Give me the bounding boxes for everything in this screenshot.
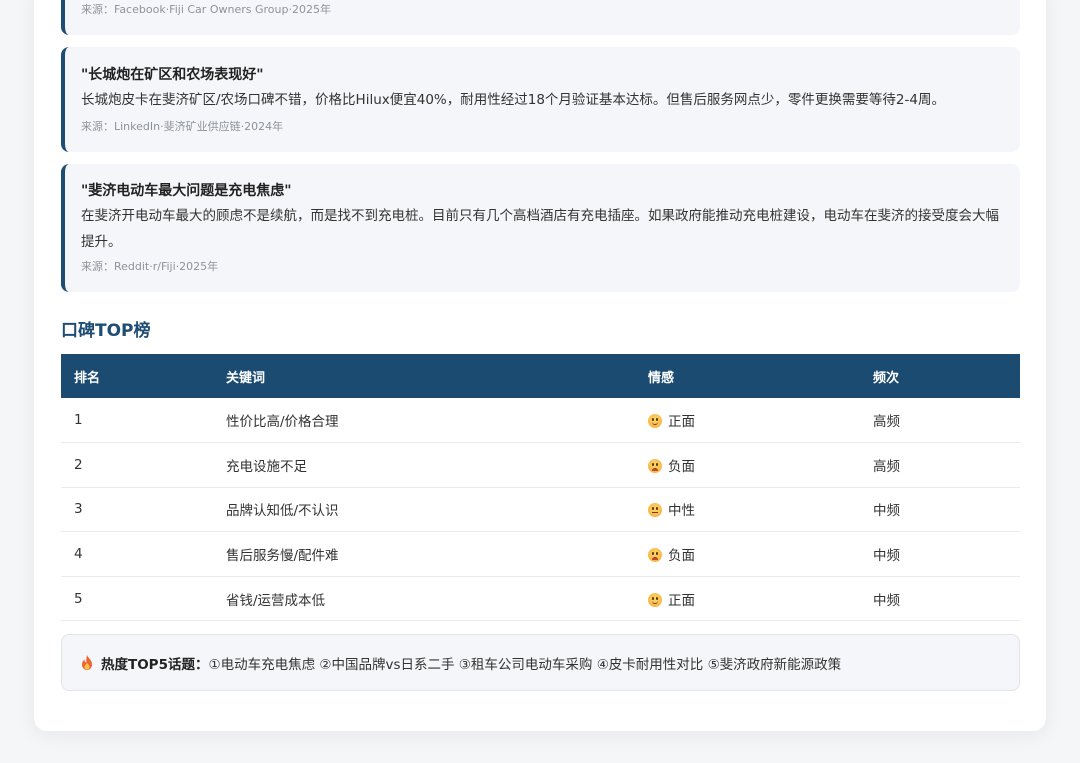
cell-sentiment: 正面 [635,398,860,444]
table-row: 1 性价比高/价格合理 正面 高频 [61,398,1020,444]
cell-keyword: 省钱/运营成本低 [213,576,635,622]
cell-frequency: 中频 [860,576,1020,622]
reputation-table: 排名 关键词 情感 频次 1 性价比高/价格合理 正面 高频 2 充电设施不足 负面 高频 3 品… [61,354,1020,622]
quote-source: 来源：Reddit·r/Fiji·2025年 [81,260,219,273]
cell-frequency: 高频 [860,442,1020,488]
header-rank: 排名 [61,354,213,398]
header-frequency: 频次 [860,354,1020,398]
quote-card: "斐济电动车最大问题是充电焦虑" 在斐济开电动车最大的顾虑不是续航，而是找不到充… [61,164,1020,292]
quote-source: 来源：Facebook·Fiji Car Owners Group·2025年 [81,3,331,16]
cell-sentiment: 负面 [635,531,860,577]
header-keyword: 关键词 [213,354,635,398]
quote-title: "斐济电动车最大问题是充电焦虑" [81,183,292,199]
positive-face-icon [648,592,662,607]
sentiment-label: 中性 [668,503,695,520]
table-row: 4 售后服务慢/配件难 负面 中频 [61,531,1020,577]
quote-body: 长城炮皮卡在斐济矿区/农场口碑不错，价格比Hilux便宜40%，耐用性经过18个… [81,92,945,108]
quote-card: "长城炮在矿区和农场表现好" 长城炮皮卡在斐济矿区/农场口碑不错，价格比Hilu… [61,47,1020,152]
cell-keyword: 品牌认知低/不认识 [213,487,635,533]
quote-card: 来源：Facebook·Fiji Car Owners Group·2025年 [61,0,1020,35]
sentiment-label: 正面 [668,414,695,431]
sentiment-label: 正面 [668,592,695,609]
sentiment-label: 负面 [668,548,695,565]
cell-keyword: 充电设施不足 [213,442,635,488]
hot-topics-text: ①电动车充电焦虑 ②中国品牌vs日系二手 ③租车公司电动车采购 ④皮卡耐用性对比… [208,656,842,673]
neutral-face-icon [648,503,662,518]
quote-source: 来源：LinkedIn·斐济矿业供应链·2024年 [81,120,284,133]
table-header-row: 排名 关键词 情感 频次 [61,354,1020,398]
fire-icon [81,655,93,670]
table-row: 5 省钱/运营成本低 正面 中频 [61,576,1020,622]
hot-topics-label: 热度TOP5话题： [101,656,209,673]
cell-rank: 3 [61,487,213,533]
cell-keyword: 性价比高/价格合理 [213,398,635,444]
cell-sentiment: 负面 [635,442,860,488]
hot-topics-bar: 热度TOP5话题： ①电动车充电焦虑 ②中国品牌vs日系二手 ③租车公司电动车采… [61,634,1020,691]
cell-rank: 2 [61,442,213,488]
cell-keyword: 售后服务慢/配件难 [213,531,635,577]
cell-rank: 1 [61,398,213,444]
cell-rank: 5 [61,576,213,622]
table-row: 2 充电设施不足 负面 高频 [61,442,1020,488]
cell-frequency: 高频 [860,398,1020,444]
header-sentiment: 情感 [635,354,860,398]
quote-body: 在斐济开电动车最大的顾虑不是续航，而是找不到充电桩。目前只有几个高档酒店有充电插… [81,208,999,250]
section-title: 口碑TOP榜 [61,321,151,341]
cell-sentiment: 正面 [635,576,860,622]
cell-rank: 4 [61,531,213,577]
sentiment-label: 负面 [668,458,695,475]
cell-frequency: 中频 [860,531,1020,577]
negative-face-icon [648,548,662,563]
negative-face-icon [648,458,662,473]
table-row: 3 品牌认知低/不认识 中性 中频 [61,487,1020,533]
quote-title: "长城炮在矿区和农场表现好" [81,67,264,83]
positive-face-icon [648,414,662,429]
cell-sentiment: 中性 [635,487,860,533]
cell-frequency: 中频 [860,487,1020,533]
